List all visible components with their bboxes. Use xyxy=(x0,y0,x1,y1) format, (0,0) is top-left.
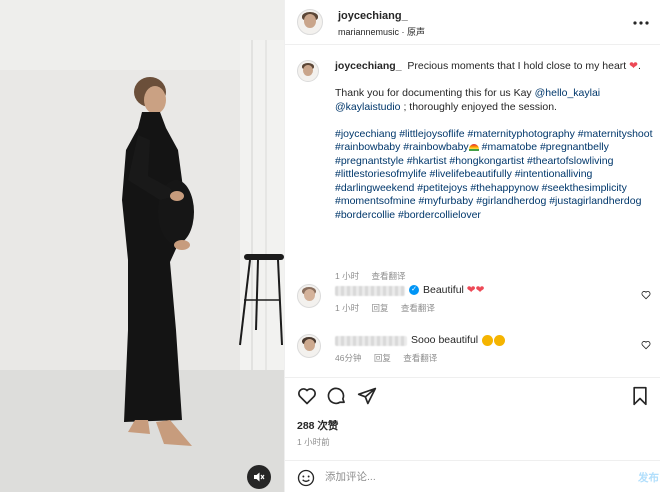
comment-button[interactable] xyxy=(327,386,347,409)
comment-time: 46分钟 xyxy=(335,353,362,363)
bookmark-icon xyxy=(633,386,647,406)
author-avatar[interactable] xyxy=(297,9,323,35)
mute-button[interactable] xyxy=(247,465,271,489)
like-comment-button[interactable] xyxy=(641,340,651,353)
comment-bubble-icon xyxy=(327,387,345,405)
comment-body: Sooo beautiful xyxy=(411,334,479,346)
paper-plane-icon xyxy=(357,387,377,405)
red-heart-emoji: ❤ xyxy=(629,60,638,72)
caption-thanks-end: ; thoroughly enjoyed the session. xyxy=(400,100,557,113)
comment-item: Sooo beautiful 46分钟 回复 查看翻译 xyxy=(297,334,653,366)
see-translation-button[interactable]: 查看翻译 xyxy=(401,303,435,313)
caption-line-1: Precious moments that I hold close to my… xyxy=(407,60,627,72)
verified-badge-icon: ✓ xyxy=(409,285,419,296)
post-header: joycechiang_ mariannemusic · 原声 xyxy=(285,0,660,45)
post-actions: 288 次赞 1 小时前 发布 xyxy=(285,377,660,492)
comment-text: Sooo beautiful xyxy=(411,334,506,346)
comment-item: ✓ Beautiful ❤❤ 1 小时 回复 查看翻译 xyxy=(297,284,653,316)
caption-see-translation[interactable]: 查看翻译 xyxy=(371,271,405,281)
speaker-muted-icon xyxy=(254,472,265,482)
heart-outline-icon xyxy=(641,341,651,350)
see-translation-button[interactable]: 查看翻译 xyxy=(403,353,437,363)
caption-username[interactable]: joycechiang_ xyxy=(335,60,402,72)
clap-emoji xyxy=(494,334,506,346)
audio-label[interactable]: 原声 xyxy=(407,27,425,37)
commenter-username-blurred[interactable] xyxy=(335,286,405,296)
caption-meta: 1 小时 查看翻译 xyxy=(335,270,415,282)
caption-text: joycechiang_ Precious moments that I hol… xyxy=(335,60,653,221)
caption-author-avatar[interactable] xyxy=(297,60,319,82)
comments-scroll-area[interactable]: joycechiang_ Precious moments that I hol… xyxy=(285,46,660,376)
rainbow-emoji xyxy=(468,143,479,151)
add-comment-bar: 发布 xyxy=(285,460,660,492)
mention-hello-kaylai[interactable]: @hello_kaylai xyxy=(535,87,601,99)
red-heart-emoji: ❤❤ xyxy=(466,284,485,296)
comment-input[interactable] xyxy=(325,468,605,486)
share-button[interactable] xyxy=(357,386,377,409)
emoji-picker-button[interactable] xyxy=(297,469,315,490)
comment-body: Beautiful xyxy=(423,284,464,296)
comment-meta: 46分钟 回复 查看翻译 xyxy=(335,352,447,364)
like-count[interactable]: 288 次赞 xyxy=(297,418,338,433)
comment-meta: 1 小时 回复 查看翻译 xyxy=(335,302,445,314)
commenter-avatar[interactable] xyxy=(297,284,321,308)
comment-text: ✓ Beautiful ❤❤ xyxy=(409,284,484,296)
more-icon xyxy=(633,21,649,25)
post-comment-button[interactable]: 发布 xyxy=(638,470,659,485)
caption-time: 1 小时 xyxy=(335,271,360,281)
heart-outline-icon xyxy=(641,291,651,300)
author-username[interactable]: joycechiang_ xyxy=(338,10,408,22)
save-button[interactable] xyxy=(631,386,649,409)
post-time: 1 小时前 xyxy=(297,437,330,447)
commenter-avatar[interactable] xyxy=(297,334,321,358)
audio-artist[interactable]: mariannemusic xyxy=(338,27,399,37)
more-options-button[interactable] xyxy=(633,12,649,28)
clap-emoji xyxy=(482,334,494,346)
commenter-username-blurred[interactable] xyxy=(335,336,407,346)
post-media[interactable] xyxy=(0,0,284,492)
caption-thanks: Thank you for documenting this for us Ka… xyxy=(335,87,535,99)
like-button[interactable] xyxy=(297,386,317,409)
audio-credit[interactable]: mariannemusic · 原声 xyxy=(338,25,425,38)
mention-kaylaistudio[interactable]: @kaylaistudio xyxy=(335,101,401,113)
maternity-photo xyxy=(0,0,284,492)
comment-time: 1 小时 xyxy=(335,303,360,313)
like-comment-button[interactable] xyxy=(641,290,651,303)
heart-icon xyxy=(298,388,316,405)
post-details-panel: joycechiang_ mariannemusic · 原声 joycechi… xyxy=(284,0,660,492)
reply-button[interactable]: 回复 xyxy=(374,353,391,363)
reply-button[interactable]: 回复 xyxy=(371,303,388,313)
smiley-icon xyxy=(297,469,315,487)
